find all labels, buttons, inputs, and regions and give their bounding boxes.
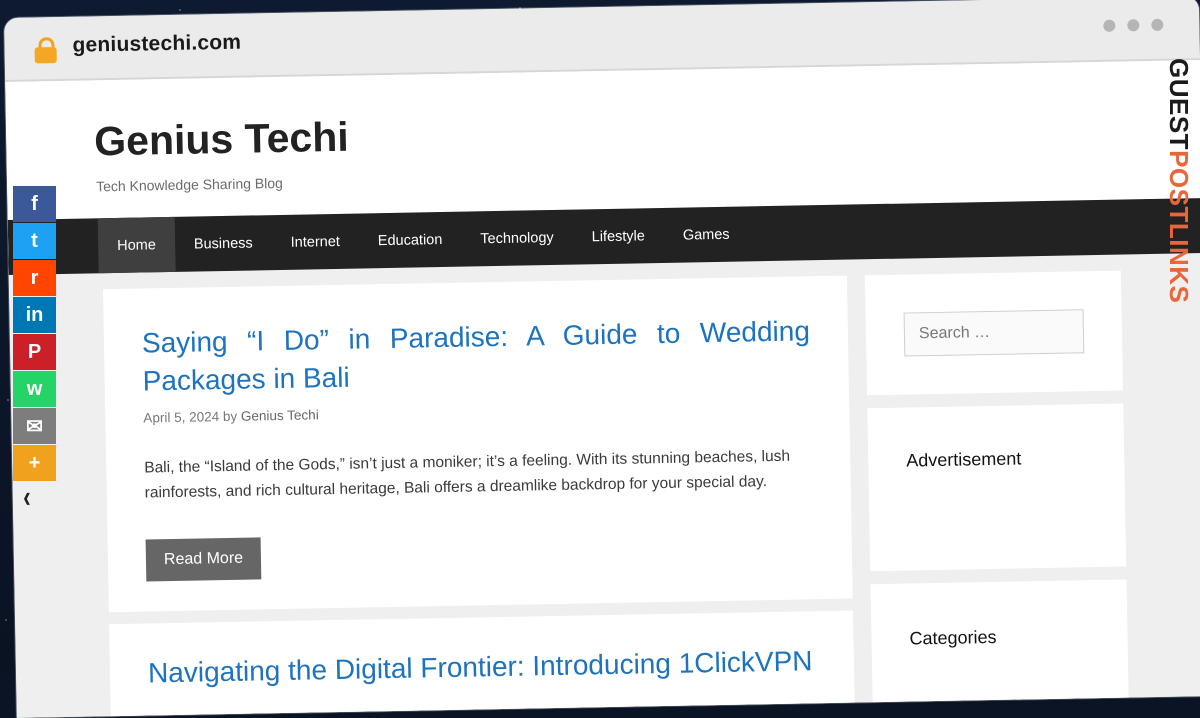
nav-item-technology[interactable]: Technology	[461, 210, 573, 267]
facebook-share-button[interactable]: f	[13, 186, 56, 222]
search-input[interactable]: Search …	[903, 309, 1085, 357]
window-dot-icon[interactable]	[1151, 18, 1164, 31]
pinterest-share-button[interactable]: P	[13, 334, 56, 370]
site-title[interactable]: Genius Techi	[94, 114, 349, 166]
watermark-logo: GUESTPOSTLINKS	[1164, 58, 1194, 304]
facebook-icon: f	[31, 192, 38, 215]
advertisement-title: Advertisement	[906, 448, 1022, 471]
twitter-icon: t	[31, 229, 38, 252]
post-title: Saying “I Do” in Paradise: A Guide to We…	[142, 312, 811, 400]
post-author[interactable]: Genius Techi	[241, 407, 319, 423]
categories-widget: Categories	[870, 579, 1130, 718]
nav-item-education[interactable]: Education	[358, 212, 461, 269]
post-excerpt: Bali, the “Island of the Gods,” isn’t ju…	[144, 447, 791, 502]
social-share-bar: f t r in P w ✉ +	[13, 186, 56, 482]
categories-title: Categories	[909, 626, 997, 649]
post-title[interactable]: Navigating the Digital Frontier: Introdu…	[148, 645, 816, 689]
linkedin-icon: in	[25, 303, 44, 326]
window-dot-icon[interactable]	[1127, 19, 1140, 32]
nav-item-home[interactable]: Home	[97, 216, 176, 274]
lock-icon	[34, 37, 57, 64]
email-icon: ✉	[26, 415, 43, 438]
webpage: Genius Techi Tech Knowledge Sharing Blog…	[5, 60, 1200, 718]
nav-item-internet[interactable]: Internet	[271, 214, 359, 271]
nav-item-business[interactable]: Business	[174, 215, 272, 272]
advertisement-widget: Advertisement	[867, 403, 1127, 572]
post-card: Saying “I Do” in Paradise: A Guide to We…	[102, 275, 853, 613]
browser-window: geniustechi.com Genius Techi Tech Knowle…	[4, 0, 1200, 718]
search-widget: Search …	[864, 270, 1124, 396]
site-header: Genius Techi Tech Knowledge Sharing Blog	[5, 60, 1200, 220]
hide-share-bar-icon[interactable]: ❰	[22, 491, 32, 505]
plus-icon: +	[28, 451, 41, 474]
post-date[interactable]: April 5, 2024	[143, 409, 219, 425]
email-share-button[interactable]: ✉	[13, 408, 56, 444]
window-controls	[1103, 18, 1164, 32]
pinterest-icon: P	[27, 340, 42, 363]
reddit-share-button[interactable]: r	[13, 260, 56, 296]
address-bar-url[interactable]: geniustechi.com	[72, 31, 241, 58]
twitter-share-button[interactable]: t	[13, 223, 56, 259]
nav-item-games[interactable]: Games	[663, 206, 749, 263]
linkedin-share-button[interactable]: in	[13, 297, 56, 333]
nav-item-lifestyle[interactable]: Lifestyle	[572, 208, 664, 265]
post-meta: April 5, 2024 by Genius Techi	[143, 398, 811, 425]
more-share-button[interactable]: +	[13, 445, 56, 481]
whatsapp-icon: w	[26, 377, 43, 400]
post-title-link[interactable]: Saying “I Do” in Paradise: A Guide to We…	[142, 315, 810, 396]
read-more-button[interactable]: Read More	[145, 537, 262, 582]
guestpostlinks-watermark: GUESTPOSTLINKS	[1160, 58, 1196, 358]
site-tagline: Tech Knowledge Sharing Blog	[95, 174, 284, 195]
window-dot-icon[interactable]	[1103, 19, 1116, 32]
whatsapp-share-button[interactable]: w	[13, 371, 56, 407]
post-card: Navigating the Digital Frontier: Introdu…	[109, 610, 856, 718]
post-by-label: by	[222, 408, 238, 425]
reddit-icon: r	[30, 266, 39, 289]
sidebar: Search … Advertisement Categories	[864, 270, 1130, 718]
main-content: Saying “I Do” in Paradise: A Guide to We…	[102, 275, 856, 718]
